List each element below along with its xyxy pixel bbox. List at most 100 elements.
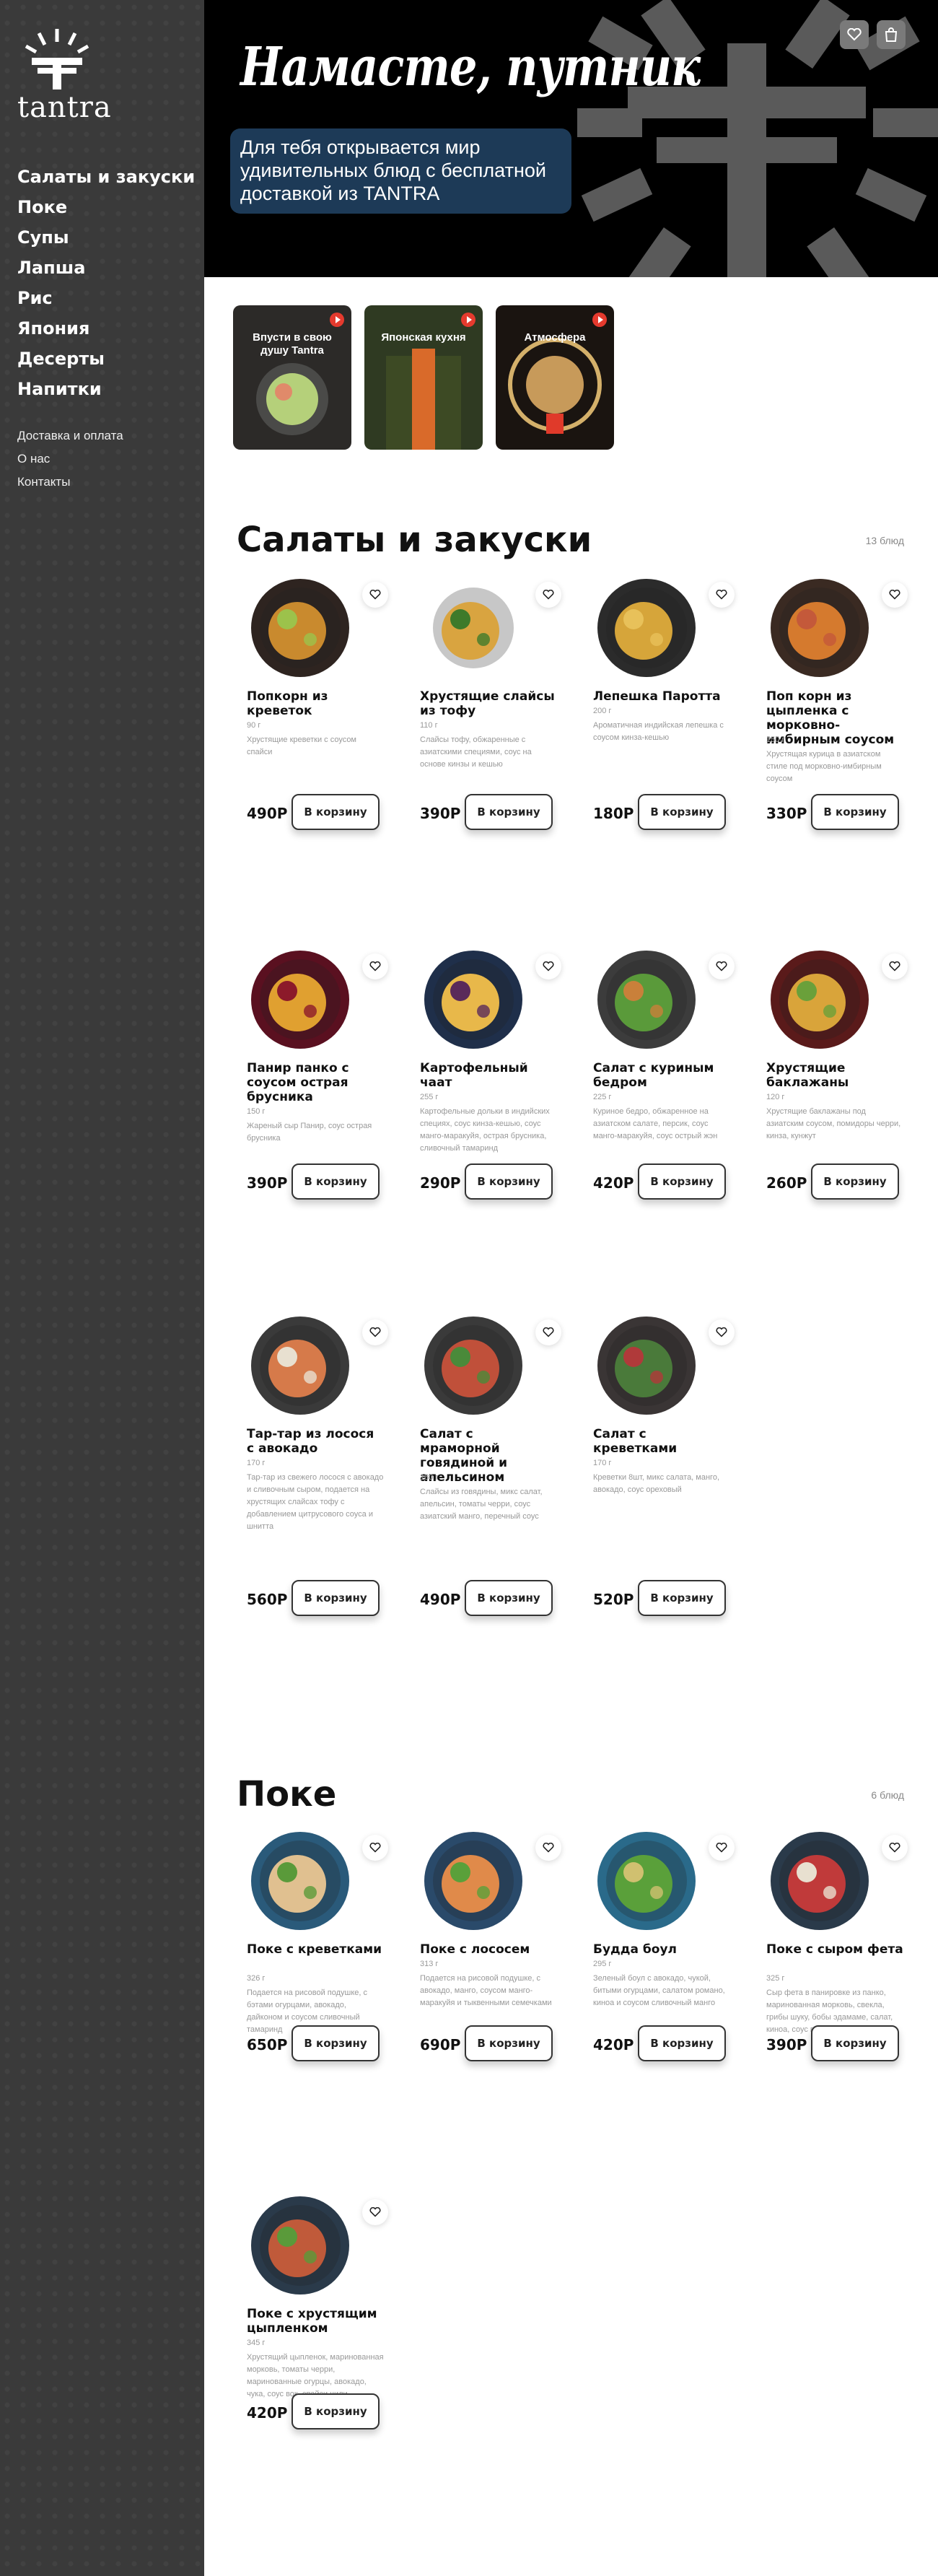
dish-name: Поке с лососем <box>420 1942 530 1957</box>
cart-button[interactable] <box>877 20 906 49</box>
add-to-cart-button[interactable]: В корзину <box>638 2025 726 2061</box>
heart-icon <box>889 1843 900 1853</box>
dish-weight: 345 г <box>247 2339 266 2347</box>
dish-weight: 120 г <box>766 1093 785 1101</box>
nav-link-contacts[interactable]: Контакты <box>17 471 123 494</box>
sidebar: tantra Салаты и закуски Поке Супы Лапша … <box>0 0 204 2576</box>
add-to-favorites-button[interactable] <box>362 1319 388 1345</box>
add-to-cart-button[interactable]: В корзину <box>292 1580 380 1616</box>
dish-description: Зеленый боул с авокадо, чукой, битыми ог… <box>593 1974 725 2007</box>
nav-item-drinks[interactable]: Напитки <box>17 374 195 404</box>
dish-description: Слайсы тофу, обжаренные с азиатскими спе… <box>420 735 532 769</box>
category-nav: Салаты и закуски Поке Супы Лапша Рис Япо… <box>17 162 195 404</box>
info-nav: Доставка и оплата О нас Контакты <box>17 424 123 494</box>
nav-item-rice[interactable]: Рис <box>17 283 195 313</box>
heart-icon <box>369 1843 381 1853</box>
dish-name: Попкорн из креветок <box>247 689 328 718</box>
add-to-cart-button[interactable]: В корзину <box>465 1580 553 1616</box>
add-to-favorites-button[interactable] <box>882 582 908 608</box>
nav-item-salads[interactable]: Салаты и закуски <box>17 162 195 192</box>
dish-image <box>597 579 696 677</box>
add-to-cart-button[interactable]: В корзину <box>638 1163 726 1200</box>
add-to-cart-button[interactable]: В корзину <box>292 2393 380 2429</box>
add-to-favorites-button[interactable] <box>882 953 908 979</box>
dish-weight: 180 г <box>420 1473 439 1482</box>
dish-image <box>251 2196 349 2295</box>
add-to-cart-button[interactable]: В корзину <box>292 794 380 830</box>
story-image <box>256 363 328 435</box>
nav-item-poke[interactable]: Поке <box>17 192 195 222</box>
dish-image <box>771 1832 869 1930</box>
heart-icon <box>369 1327 381 1337</box>
nav-item-japan[interactable]: Япония <box>17 313 195 344</box>
dish-name: Картофельный чаат <box>420 1061 528 1090</box>
add-to-cart-button[interactable]: В корзину <box>638 794 726 830</box>
heart-icon <box>543 961 554 972</box>
heart-icon <box>543 1843 554 1853</box>
dish-name: Тар-тар из лосося с авокадо <box>247 1427 374 1456</box>
heart-icon <box>369 590 381 600</box>
add-to-cart-button[interactable]: В корзину <box>811 1163 899 1200</box>
dish-image <box>251 1832 349 1930</box>
heart-icon <box>369 2207 381 2217</box>
add-to-cart-button[interactable]: В корзину <box>465 794 553 830</box>
dish-name: Лепешка Паротта <box>593 689 721 704</box>
dish-weight: 150 г <box>766 735 785 744</box>
story-image <box>508 338 602 434</box>
nav-link-about[interactable]: О нас <box>17 447 123 471</box>
section-count-poke: 6 блюд <box>871 1789 904 1801</box>
favorites-button[interactable] <box>840 20 869 49</box>
dish-image <box>597 1317 696 1415</box>
add-to-cart-button[interactable]: В корзину <box>811 794 899 830</box>
add-to-favorites-button[interactable] <box>362 1835 388 1861</box>
bag-icon <box>885 27 898 42</box>
add-to-favorites-button[interactable] <box>709 1319 735 1345</box>
add-to-favorites-button[interactable] <box>535 1835 561 1861</box>
dish-weight: 326 г <box>247 1974 266 1983</box>
dish-image <box>597 951 696 1049</box>
heart-icon <box>716 1843 727 1853</box>
nav-item-soups[interactable]: Супы <box>17 222 195 253</box>
dish-image <box>771 579 869 677</box>
add-to-cart-button[interactable]: В корзину <box>465 2025 553 2061</box>
dish-price: 560Р <box>247 1591 288 1608</box>
dish-weight: 225 г <box>593 1093 612 1101</box>
add-to-cart-button[interactable]: В корзину <box>292 2025 380 2061</box>
dish-price: 330Р <box>766 805 807 822</box>
add-to-cart-button[interactable]: В корзину <box>811 2025 899 2061</box>
dish-image <box>597 1832 696 1930</box>
add-to-favorites-button[interactable] <box>709 1835 735 1861</box>
dish-weight: 170 г <box>247 1459 266 1467</box>
add-to-cart-button[interactable]: В корзину <box>638 1580 726 1616</box>
dish-description: Подается на рисовой подушке, с авокадо, … <box>420 1974 552 2007</box>
add-to-cart-button[interactable]: В корзину <box>292 1163 380 1200</box>
dish-name: Поке с сыром фета <box>766 1942 903 1957</box>
dish-description: Картофельные дольки в индийских специях,… <box>420 1107 550 1153</box>
add-to-favorites-button[interactable] <box>362 582 388 608</box>
dish-name: Поке с хрустящим цыпленком <box>247 2307 377 2336</box>
tantra-logo[interactable]: tantra <box>17 26 111 127</box>
story-atmosphere[interactable]: Атмосфера <box>496 305 614 450</box>
dish-image <box>424 1317 522 1415</box>
add-to-favorites-button[interactable] <box>362 2199 388 2225</box>
add-to-favorites-button[interactable] <box>535 1319 561 1345</box>
nav-link-delivery[interactable]: Доставка и оплата <box>17 424 123 447</box>
add-to-favorites-button[interactable] <box>535 953 561 979</box>
story-image <box>386 349 461 450</box>
add-to-favorites-button[interactable] <box>535 582 561 608</box>
dish-name: Будда боул <box>593 1942 677 1957</box>
story-japan[interactable]: Японская кухня <box>364 305 483 450</box>
story-tantra[interactable]: Впусти в свою душу Tantra <box>233 305 351 450</box>
add-to-cart-button[interactable]: В корзину <box>465 1163 553 1200</box>
section-title-poke: Поке <box>237 1774 337 1815</box>
nav-item-noodles[interactable]: Лапша <box>17 253 195 283</box>
dish-price: 260Р <box>766 1174 807 1192</box>
add-to-favorites-button[interactable] <box>709 582 735 608</box>
heart-icon <box>369 961 381 972</box>
add-to-favorites-button[interactable] <box>709 953 735 979</box>
add-to-favorites-button[interactable] <box>362 953 388 979</box>
dish-description: Ароматичная индийская лепешка с соусом к… <box>593 721 724 742</box>
add-to-favorites-button[interactable] <box>882 1835 908 1861</box>
heart-icon <box>543 590 554 600</box>
nav-item-desserts[interactable]: Десерты <box>17 344 195 374</box>
